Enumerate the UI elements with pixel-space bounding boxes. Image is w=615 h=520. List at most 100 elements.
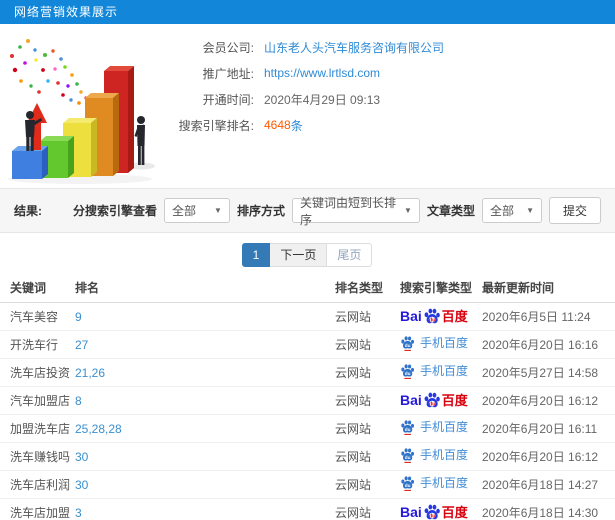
baidu-paw-icon: du: [401, 336, 414, 351]
mobile-baidu-badge: du 手机百度: [400, 447, 468, 464]
chevron-down-icon: ▼: [214, 206, 222, 215]
result-label: 结果:: [14, 204, 42, 218]
engine-cell: du 手机百度: [400, 470, 482, 499]
keyword-cell: 洗车店投资: [0, 358, 75, 387]
baidu-logo: Bai du 百度: [400, 392, 468, 409]
baidu-paw-icon: du: [424, 504, 440, 519]
summary-section: 会员公司: 山东老人头汽车服务咨询有限公司 推广地址: https://www.…: [0, 24, 615, 188]
engine-rank-count: 4648: [264, 118, 291, 132]
rank-type-cell: 云网站: [335, 498, 400, 520]
rank-link[interactable]: 30: [75, 450, 88, 464]
keyword-cell: 洗车店利润: [0, 470, 75, 499]
engine-cell: du 手机百度: [400, 330, 482, 359]
growth-chart-illustration: [0, 26, 180, 188]
svg-text:du: du: [405, 455, 411, 460]
rank-cell: 27: [75, 330, 335, 359]
baidu-logo: Bai du 百度: [400, 308, 468, 325]
rank-cell: 9: [75, 302, 335, 331]
engine-rank-row: 搜索引擎排名: 4648 条: [170, 112, 600, 138]
header-keyword: 关键词: [0, 277, 75, 303]
rank-type-cell: 云网站: [335, 302, 400, 331]
engine-cell: Bai du 百度: [400, 386, 482, 415]
rank-type-cell: 云网站: [335, 358, 400, 387]
keyword-cell: 洗车店加盟: [0, 498, 75, 520]
chevron-down-icon: ▼: [404, 206, 412, 215]
table-row: 洗车店利润 30 云网站 du 手机百度 2020年6月18日 14:27: [0, 470, 615, 499]
submit-button[interactable]: 提交: [548, 197, 601, 224]
rank-link[interactable]: 9: [75, 310, 82, 324]
table-row: 开洗车行 27 云网站 du 手机百度 2020年6月20日 16:16: [0, 330, 615, 359]
table-row: 汽车美容 9 云网站 Bai du 百度 2020年6月5日 11:24: [0, 302, 615, 331]
rank-link[interactable]: 27: [75, 338, 88, 352]
page-button-1[interactable]: 1: [241, 243, 271, 267]
article-type-select[interactable]: 全部 ▼: [481, 198, 542, 223]
time-cell: 2020年6月20日 16:11: [482, 414, 615, 443]
results-table-body: 汽车美容 9 云网站 Bai du 百度 2020年6月5日 11:24 开洗车行 27 云网…: [0, 302, 615, 520]
engine-select[interactable]: 全部 ▼: [163, 198, 230, 223]
open-time-row: 开通时间: 2020年4月29日 09:13: [170, 86, 600, 112]
table-row: 洗车店加盟 3 云网站 Bai du 百度 2020年6月18日 14:30: [0, 498, 615, 520]
keyword-cell: 汽车美容: [0, 302, 75, 331]
baidu-logo: Bai du 百度: [400, 503, 468, 520]
chevron-down-icon: ▼: [526, 206, 534, 215]
last-page-button[interactable]: 尾页: [326, 243, 373, 267]
sort-filter-label: 排序方式: [236, 204, 285, 218]
mobile-baidu-badge: du 手机百度: [400, 419, 468, 436]
baidu-paw-icon: du: [401, 420, 414, 435]
rank-cell: 8: [75, 386, 335, 415]
header-rank-type: 排名类型: [335, 277, 400, 303]
rank-link[interactable]: 21,26: [75, 366, 105, 380]
time-cell: 2020年6月20日 16:12: [482, 442, 615, 471]
mobile-baidu-badge: du 手机百度: [400, 335, 468, 352]
svg-text:du: du: [405, 483, 411, 488]
time-cell: 2020年6月20日 16:12: [482, 386, 615, 415]
rank-type-cell: 云网站: [335, 330, 400, 359]
filter-controls: 分搜索引擎查看 全部 ▼ 排序方式 关键词由短到长排序 ▼ 文章类型 全部 ▼ …: [73, 196, 601, 227]
next-page-button[interactable]: 下一页: [269, 243, 328, 267]
time-cell: 2020年6月18日 14:27: [482, 470, 615, 499]
rank-type-cell: 云网站: [335, 386, 400, 415]
rank-type-cell: 云网站: [335, 414, 400, 443]
rank-type-cell: 云网站: [335, 442, 400, 471]
open-time-label: 开通时间:: [202, 92, 254, 107]
businessman-right: [134, 116, 145, 165]
blue-bar: [12, 146, 48, 179]
rank-link[interactable]: 8: [75, 394, 82, 408]
table-row: 洗车店投资 21,26 云网站 du 手机百度 2020年5月27日 14:58: [0, 358, 615, 387]
sort-select[interactable]: 关键词由短到长排序 ▼: [291, 196, 420, 227]
keyword-cell: 洗车赚钱吗: [0, 442, 75, 471]
time-cell: 2020年6月5日 11:24: [482, 302, 615, 331]
engine-select-value: 全部: [171, 204, 196, 218]
keyword-cell: 开洗车行: [0, 330, 75, 359]
member-company-row: 会员公司: 山东老人头汽车服务咨询有限公司: [170, 34, 600, 60]
table-row: 汽车加盟店 8 云网站 Bai du 百度 2020年6月20日 16:12: [0, 386, 615, 415]
baidu-paw-icon: du: [401, 448, 414, 463]
rank-link[interactable]: 3: [75, 506, 82, 520]
svg-text:du: du: [429, 513, 436, 519]
title-bar: 网络营销效果展示: [0, 0, 615, 24]
baidu-paw-icon: du: [424, 308, 440, 323]
baidu-paw-icon: du: [401, 364, 414, 379]
time-cell: 2020年5月27日 14:58: [482, 358, 615, 387]
header-rank: 排名: [75, 277, 335, 303]
promo-url-link[interactable]: https://www.lrtlsd.com: [264, 66, 380, 80]
promo-url-row: 推广地址: https://www.lrtlsd.com: [170, 60, 600, 86]
rank-link[interactable]: 25,28,28: [75, 422, 122, 436]
bar-growth-image: [8, 39, 155, 184]
member-info-panel: 会员公司: 山东老人头汽车服务咨询有限公司 推广地址: https://www.…: [170, 34, 600, 138]
member-company-link[interactable]: 山东老人头汽车服务咨询有限公司: [264, 39, 444, 56]
engine-cell: du 手机百度: [400, 442, 482, 471]
article-type-select-value: 全部: [489, 204, 514, 218]
page-title: 网络营销效果展示: [14, 5, 119, 19]
keyword-cell: 加盟洗车店: [0, 414, 75, 443]
rank-link[interactable]: 30: [75, 478, 88, 492]
engine-cell: du 手机百度: [400, 358, 482, 387]
header-engine-type: 搜索引擎类型: [400, 277, 482, 303]
time-cell: 2020年6月20日 16:16: [482, 330, 615, 359]
rank-type-cell: 云网站: [335, 470, 400, 499]
confetti-dots: [10, 39, 94, 116]
rank-cell: 25,28,28: [75, 414, 335, 443]
rank-cell: 21,26: [75, 358, 335, 387]
svg-text:du: du: [405, 371, 411, 376]
results-table: 关键词 排名 排名类型 搜索引擎类型 最新更新时间 汽车美容 9 云网站 Bai du…: [0, 277, 615, 520]
